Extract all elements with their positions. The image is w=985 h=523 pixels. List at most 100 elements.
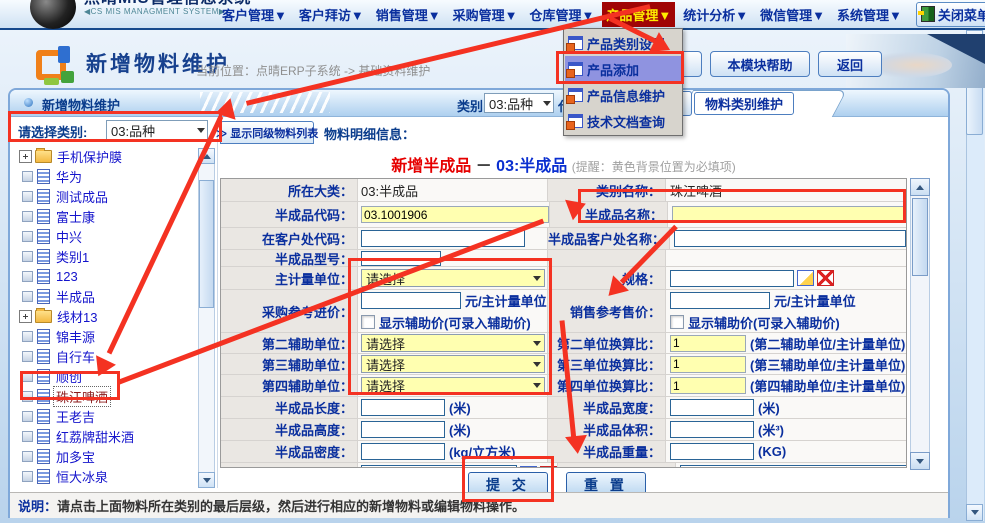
close-menu-button[interactable]: 关闭菜单 — [916, 2, 985, 27]
tree-item-wire13[interactable]: 线材13 — [14, 306, 196, 326]
material-category-maintain-tab[interactable]: 物料类别维护 — [694, 92, 794, 115]
document-icon — [37, 229, 50, 244]
note-text: 请点击上面物料所在类别的最后层级，然后进行相应的新增物料或编辑物料操作。 — [57, 496, 525, 515]
show-sibling-list-button[interactable]: ≫ 显示同级物料列表 — [220, 121, 314, 144]
tree-item-zte[interactable]: 中兴 — [14, 226, 196, 246]
menu-system-mgmt[interactable]: 系统管理▼ — [833, 2, 906, 27]
sale-price-input[interactable] — [670, 292, 770, 309]
tree-category-select[interactable]: 03:品种 — [106, 120, 208, 141]
menu-item-product-category-setup[interactable]: 产品类别设置 — [565, 30, 681, 56]
category-select[interactable]: 03:品种 — [484, 93, 554, 113]
field-label: 半成品密度： — [221, 441, 357, 462]
menu-statistics[interactable]: 统计分析▼ — [679, 2, 752, 27]
tree-item-huawei[interactable]: 华为 — [14, 166, 196, 186]
form-title-blue: 03:半成品 — [496, 158, 567, 175]
density-input[interactable] — [361, 443, 445, 460]
unit4-select[interactable]: 请选择 — [361, 377, 545, 395]
tree-item-label: 华为 — [54, 167, 84, 186]
document-icon — [37, 429, 50, 444]
tree-item-wanglaoji[interactable]: 王老吉 — [14, 406, 196, 426]
main-unit-select[interactable]: 请选择 — [361, 269, 545, 287]
spec-input[interactable] — [670, 270, 794, 287]
sidebar-form-divider — [217, 118, 218, 488]
field-label: 半成品重量： — [547, 441, 665, 462]
purchase-price-unit: 元/主计量单位 — [465, 291, 547, 310]
tree-item-hongli-wine[interactable]: 红荔牌甜米酒 — [14, 426, 196, 446]
menu-wechat-mgmt[interactable]: 微信管理▼ — [756, 2, 829, 27]
menu-item-tech-doc-query[interactable]: 技术文档查询 — [565, 108, 681, 134]
tree-scroll-up-button[interactable] — [198, 148, 215, 164]
tree-item-hengda-water[interactable]: 恒大冰泉 — [14, 466, 196, 486]
panel-title: 新增物料维护 — [42, 95, 120, 114]
form-scroll-down-button[interactable] — [910, 452, 930, 470]
unit3-select[interactable]: 请选择 — [361, 355, 545, 373]
menu-item-product-add[interactable]: 产品添加 — [565, 56, 681, 82]
form-scroll-up-button[interactable] — [910, 178, 930, 196]
tree-item-test-product[interactable]: 测试成品 — [14, 186, 196, 206]
ratio2-input[interactable] — [670, 335, 746, 352]
purchase-price-input[interactable] — [361, 292, 461, 309]
tree-item-foxconn[interactable]: 富士康 — [14, 206, 196, 226]
form-row-main-unit: 主计量单位： 请选择 规格： — [221, 267, 906, 290]
form-scrollbar-thumb[interactable] — [912, 198, 928, 276]
tree-scroll-down-button[interactable] — [198, 472, 215, 488]
tree-item-123[interactable]: 123 — [14, 266, 196, 286]
field-label: 半成品高度： — [221, 419, 357, 440]
main-panel: 新增物料维护 类别 03:品种 代码 查询 物料类别维护 请选择类别: 03:品… — [8, 88, 950, 518]
weight-input[interactable] — [670, 443, 754, 460]
volume-input[interactable] — [670, 421, 754, 438]
tree-node-icon — [22, 231, 33, 242]
back-button[interactable]: 返回 — [818, 51, 882, 77]
breadcrumb: 当前位置：点晴ERP子系统 -> 基础资料维护 — [196, 62, 430, 79]
tree-item-jinfengyuan[interactable]: 锦丰源 — [14, 326, 196, 346]
code-input[interactable] — [361, 206, 549, 223]
arrow-up-icon — [203, 154, 211, 159]
menu-warehouse-mgmt[interactable]: 仓库管理▼ — [526, 2, 599, 27]
show-aux-price-checkbox[interactable] — [361, 315, 375, 329]
menu-product-mgmt[interactable]: 产品管理▼ — [602, 2, 675, 27]
menu-item-product-info-maintain[interactable]: 产品信息维护 — [565, 82, 681, 108]
field-label: 半成品长度： — [221, 397, 357, 418]
length-unit: (米) — [449, 398, 471, 417]
checkbox-label: 显示辅助价(可录入辅助价) — [379, 313, 531, 332]
tree-item-zhujiang-beer[interactable]: 珠江啤酒 — [14, 386, 196, 406]
menu-purchase-mgmt[interactable]: 采购管理▼ — [449, 2, 522, 27]
customer-name-input[interactable] — [674, 230, 906, 247]
unit2-select[interactable]: 请选择 — [361, 334, 545, 352]
tree-item-phone-film[interactable]: 手机保护膜 — [14, 146, 196, 166]
edit-note-icon[interactable] — [797, 270, 814, 286]
major-category-value: 03:半成品 — [361, 181, 418, 200]
module-help-button[interactable]: 本模块帮助 — [710, 51, 810, 77]
tree-node-icon — [22, 271, 33, 282]
module-icon — [36, 46, 74, 84]
tree-item-label: 测试成品 — [54, 187, 110, 206]
customer-code-input[interactable] — [361, 230, 525, 247]
tree-item-category1[interactable]: 类别1 — [14, 246, 196, 266]
tree-item-semi-product[interactable]: 半成品 — [14, 286, 196, 306]
window-icon — [568, 114, 583, 128]
tree-node-icon — [22, 451, 33, 462]
tree-item-shunchuang[interactable]: 顺创 — [14, 366, 196, 386]
menu-sales-mgmt[interactable]: 销售管理▼ — [372, 2, 445, 27]
page-scroll-down-button[interactable] — [966, 504, 983, 521]
chevron-down-icon — [533, 362, 541, 367]
field-label: 销售参考售价： — [547, 290, 665, 332]
name-input[interactable] — [672, 206, 904, 223]
show-aux-price-checkbox[interactable] — [670, 315, 684, 329]
ratio4-input[interactable] — [670, 377, 746, 394]
clear-icon[interactable] — [817, 270, 834, 286]
form-row-unit4: 第四辅助单位： 请选择 第四单位换算比： (第四辅助单位/主计量单位) — [221, 375, 906, 397]
weight-unit: (KG) — [758, 444, 786, 459]
menu-customer-visit[interactable]: 客户拜访▼ — [295, 2, 368, 27]
tree-item-jiaduobao[interactable]: 加多宝 — [14, 446, 196, 466]
expander-plus-icon[interactable] — [19, 310, 32, 323]
ratio3-input[interactable] — [670, 356, 746, 373]
model-input[interactable] — [361, 251, 441, 266]
width-input[interactable] — [670, 399, 754, 416]
menu-customer-mgmt[interactable]: 客户管理▼ — [218, 2, 291, 27]
expander-plus-icon[interactable] — [19, 150, 32, 163]
tree-item-bicycle[interactable]: 自行车 — [14, 346, 196, 366]
length-input[interactable] — [361, 399, 445, 416]
tree-scrollbar-thumb[interactable] — [199, 180, 214, 308]
height-input[interactable] — [361, 421, 445, 438]
